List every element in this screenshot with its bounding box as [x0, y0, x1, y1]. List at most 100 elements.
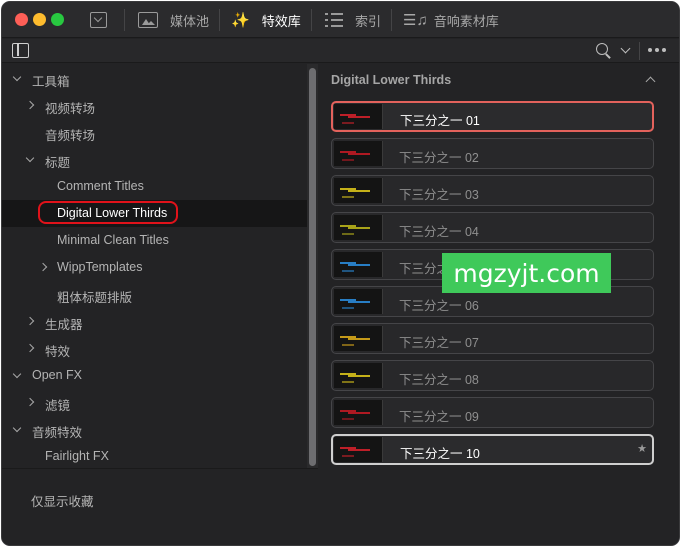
- effect-label: 下三分之一 07: [399, 336, 479, 350]
- section-title: Digital Lower Thirds: [331, 73, 452, 87]
- tree-item[interactable]: Comment Titles: [2, 173, 307, 200]
- tree-item[interactable]: 特效: [2, 335, 307, 362]
- chevron-down-icon[interactable]: [12, 369, 22, 379]
- chevron-right-icon[interactable]: [25, 343, 35, 353]
- effect-thumbnail: [334, 326, 383, 351]
- effect-thumbnail: [334, 363, 383, 388]
- tree-item[interactable]: Open FX: [2, 362, 307, 389]
- chevron-right-icon[interactable]: [25, 100, 35, 110]
- tree-item-label: 标题: [45, 156, 71, 170]
- highlight-annotation: [38, 201, 178, 224]
- effect-label: 下三分之一 06: [399, 299, 479, 313]
- effect-label: 下三分之一 08: [399, 373, 479, 387]
- toolbar-separator: [124, 9, 125, 31]
- toolbar-separator: [311, 9, 312, 31]
- effect-thumbnail: [334, 141, 383, 166]
- chevron-right-icon[interactable]: [25, 316, 35, 326]
- dropdown-toggle-icon[interactable]: [90, 12, 107, 28]
- tree-item[interactable]: 粗体标题排版: [2, 281, 307, 308]
- tree-item[interactable]: 滤镜: [2, 389, 307, 416]
- tree-item-label: Comment Titles: [57, 179, 144, 193]
- magic-wand-icon: ✨: [231, 12, 250, 29]
- image-icon: [138, 12, 158, 28]
- effect-item[interactable]: 下三分之一 03: [331, 175, 654, 206]
- tab-media-pool[interactable]: 媒体池: [138, 2, 209, 38]
- tree-item-label: Fairlight FX: [45, 449, 109, 463]
- effects-tree: 工具箱 视频转场 音频转场 标题 Comment Titles Digital Lower…: [2, 64, 307, 468]
- effect-item[interactable]: 下三分之一 01: [331, 101, 654, 132]
- effect-item[interactable]: 下三分之一 07: [331, 323, 654, 354]
- chevron-down-icon[interactable]: [25, 153, 35, 163]
- zoom-window-button[interactable]: [51, 13, 64, 26]
- search-icon[interactable]: [596, 43, 608, 55]
- tree-item[interactable]: 音频转场: [2, 119, 307, 146]
- favorite-star-icon[interactable]: ★: [637, 442, 647, 455]
- chevron-down-icon[interactable]: [620, 43, 631, 54]
- chevron-right-icon[interactable]: [25, 397, 35, 407]
- tree-item-label: 滤镜: [45, 399, 71, 413]
- effect-thumbnail: [334, 252, 383, 277]
- effect-label: 下三分之一 10: [400, 447, 480, 461]
- effects-grid-panel: Digital Lower Thirds 下三分之一 01 下三分之一 02 下三分…: [319, 64, 679, 545]
- effect-thumbnail: [334, 178, 383, 203]
- effect-thumbnail: [334, 400, 383, 425]
- tree-item[interactable]: 视频转场: [2, 92, 307, 119]
- panel-toolbar: [2, 39, 679, 63]
- effect-item[interactable]: 下三分之一 02: [331, 138, 654, 169]
- effects-tree-panel: 工具箱 视频转场 音频转场 标题 Comment Titles Digital Lower…: [2, 64, 318, 545]
- toolbar-separator: [639, 42, 640, 60]
- tab-label: 索引: [355, 13, 382, 29]
- effect-thumbnail: [334, 104, 383, 129]
- tree-item-label: 粗体标题排版: [57, 291, 133, 305]
- tree-item-label: 音频特效: [32, 426, 83, 440]
- tab-label: 音响素材库: [433, 13, 499, 29]
- tree-item-label: 音频转场: [45, 129, 96, 143]
- list-icon: [325, 13, 343, 27]
- effect-label: 下三分之一 09: [399, 410, 479, 424]
- tree-item[interactable]: WippTemplates: [2, 254, 307, 281]
- chevron-right-icon[interactable]: [38, 262, 48, 272]
- effect-item[interactable]: 下三分之一 08: [331, 360, 654, 391]
- effect-item[interactable]: 下三分之一 09: [331, 397, 654, 428]
- effect-thumbnail: [334, 437, 383, 462]
- tree-item-label: 特效: [45, 345, 71, 359]
- effect-label: 下三分之一 04: [399, 225, 479, 239]
- tree-item[interactable]: 工具箱: [2, 65, 307, 92]
- effect-item[interactable]: 下三分之一 10 ★: [331, 434, 654, 465]
- tab-label: 媒体池: [170, 13, 210, 29]
- chevron-down-icon[interactable]: [12, 72, 22, 82]
- tree-item-label: Minimal Clean Titles: [57, 233, 169, 247]
- sidebar-toggle-icon[interactable]: [12, 43, 29, 58]
- collapse-section-icon[interactable]: [645, 76, 656, 87]
- scrollbar-thumb[interactable]: [309, 68, 316, 466]
- tab-label: 特效库: [261, 13, 301, 29]
- tab-sound-library[interactable]: ☰♫ 音响素材库: [403, 2, 499, 38]
- music-list-icon: ☰♫: [403, 12, 428, 29]
- close-window-button[interactable]: [15, 13, 28, 26]
- tree-item[interactable]: 生成器: [2, 308, 307, 335]
- effect-item[interactable]: 下三分之一 04: [331, 212, 654, 243]
- tree-item-label: 工具箱: [32, 75, 70, 89]
- tree-item-label: WippTemplates: [57, 260, 143, 274]
- chevron-down-icon[interactable]: [12, 423, 22, 433]
- show-favorites-only-toggle[interactable]: 仅显示收藏: [31, 491, 94, 510]
- tab-index[interactable]: 索引: [325, 2, 381, 38]
- tree-item[interactable]: 标题: [2, 146, 307, 173]
- title-bar: 媒体池 ✨ 特效库 索引 ☰♫ 音响素材库: [2, 2, 679, 38]
- minimize-window-button[interactable]: [33, 13, 46, 26]
- effect-label: 下三分之一 02: [399, 151, 479, 165]
- tree-item[interactable]: Fairlight FX: [2, 443, 307, 468]
- effect-label: 下三分之一 01: [400, 114, 480, 128]
- tree-item[interactable]: Minimal Clean Titles: [2, 227, 307, 254]
- tree-item-label: 视频转场: [45, 102, 96, 116]
- tree-item-label: 生成器: [45, 318, 83, 332]
- watermark: mgzyjt.com: [442, 253, 611, 293]
- favorites-filter: 仅显示收藏: [2, 468, 318, 545]
- tree-item[interactable]: 音频特效: [2, 416, 307, 443]
- effect-label: 下三分之一 03: [399, 188, 479, 202]
- effect-thumbnail: [334, 289, 383, 314]
- more-options-icon[interactable]: [648, 48, 666, 52]
- tree-item-label: Open FX: [32, 368, 83, 382]
- effect-thumbnail: [334, 215, 383, 240]
- tab-effects-library[interactable]: ✨ 特效库: [231, 2, 301, 38]
